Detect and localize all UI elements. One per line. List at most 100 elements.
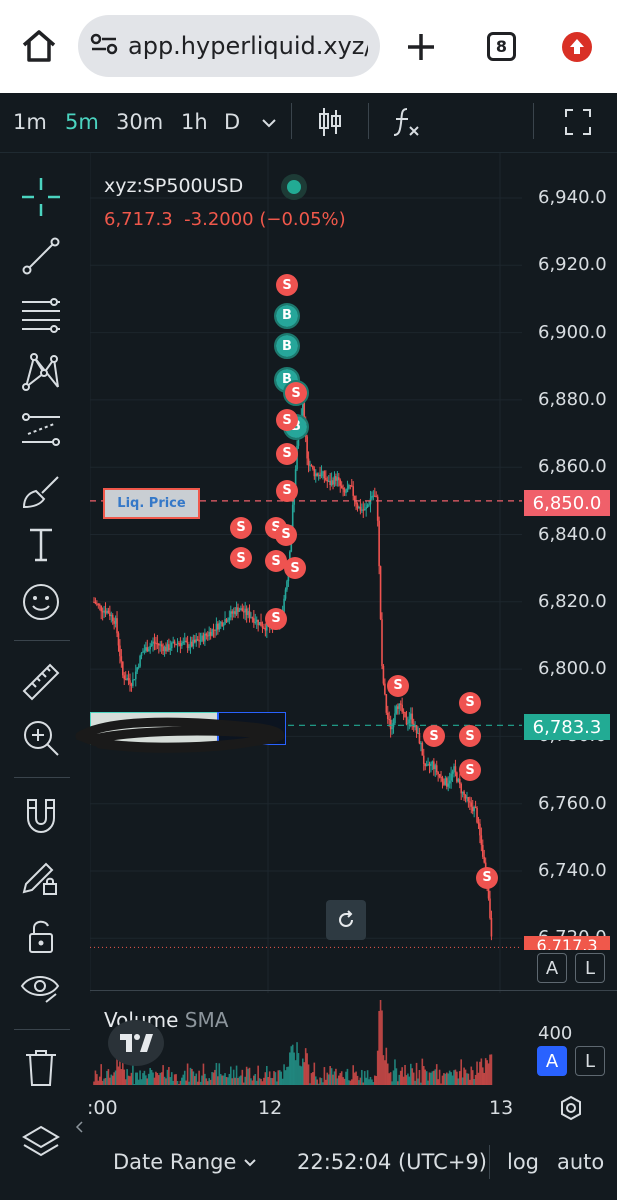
sell-marker[interactable]: S xyxy=(230,547,252,570)
volume-bar xyxy=(104,1078,107,1085)
date-range-button[interactable]: Date Range xyxy=(113,1150,257,1174)
auto-scale-button-bottom[interactable]: A xyxy=(537,1046,567,1076)
candles-icon[interactable] xyxy=(315,105,345,139)
reset-chart-button[interactable] xyxy=(326,900,366,940)
candle xyxy=(257,619,259,626)
url-text[interactable]: app.hyperliquid.xyz/ xyxy=(128,32,368,60)
chevron-down-icon[interactable] xyxy=(259,113,279,133)
price-chart[interactable] xyxy=(90,153,522,993)
volume-bar xyxy=(411,1068,414,1085)
candle xyxy=(165,646,167,652)
new-tab-icon[interactable] xyxy=(405,31,437,63)
timeframe-1h[interactable]: 1h xyxy=(181,110,208,134)
text-icon[interactable] xyxy=(20,524,62,566)
candle xyxy=(394,713,396,724)
sell-marker[interactable]: S xyxy=(276,479,298,502)
volume-bar xyxy=(245,1066,248,1085)
candle xyxy=(185,640,187,642)
candle xyxy=(247,611,249,616)
candle xyxy=(155,642,157,644)
timeframe-1m[interactable]: 1m xyxy=(13,110,47,134)
trash-icon[interactable] xyxy=(20,1047,62,1089)
log-toggle[interactable]: log xyxy=(507,1150,539,1174)
settings-icon[interactable] xyxy=(557,1094,585,1122)
candle xyxy=(336,477,339,481)
candle xyxy=(306,436,308,459)
volume-bar xyxy=(127,1075,130,1085)
volume-bar xyxy=(424,1069,426,1085)
liq-price-label[interactable]: Liq. Price xyxy=(103,488,200,519)
sell-marker[interactable]: S xyxy=(459,691,481,714)
timeframe-5m[interactable]: 5m xyxy=(65,110,99,134)
volume-bar xyxy=(106,1070,108,1085)
sell-marker[interactable]: S xyxy=(276,409,298,432)
candle xyxy=(254,621,257,623)
ohlc-readout: 6,717.3 -3.2000 (−0.05%) xyxy=(104,209,346,230)
tab-switcher-icon[interactable]: 8 xyxy=(487,32,516,61)
candle xyxy=(284,589,287,599)
candle xyxy=(107,610,110,614)
buy-marker[interactable]: B xyxy=(274,302,300,329)
candle xyxy=(139,655,141,667)
timeframe-d[interactable]: D xyxy=(224,110,240,134)
crosshair-icon[interactable] xyxy=(20,176,62,218)
sell-marker[interactable]: S xyxy=(387,674,409,697)
home-icon[interactable] xyxy=(20,28,58,64)
zoom-in-icon[interactable] xyxy=(20,717,62,759)
sell-marker[interactable]: S xyxy=(230,516,252,539)
auto-scale-button-top[interactable]: A xyxy=(537,953,567,983)
horizontal-lines-icon[interactable] xyxy=(20,294,62,336)
buy-marker[interactable]: B xyxy=(274,333,300,360)
volume-bar xyxy=(260,1078,262,1085)
auto-toggle[interactable]: auto xyxy=(557,1150,604,1174)
lock-drawing-icon[interactable] xyxy=(20,856,62,898)
volume-bar xyxy=(386,1063,389,1085)
fullscreen-icon[interactable] xyxy=(563,107,593,137)
magnet-icon[interactable] xyxy=(20,796,62,838)
log-scale-button-top[interactable]: L xyxy=(575,953,605,983)
unlock-icon[interactable] xyxy=(20,916,62,958)
sell-marker[interactable]: S xyxy=(275,523,297,546)
update-icon[interactable] xyxy=(562,32,592,62)
address-bar[interactable]: app.hyperliquid.xyz/ xyxy=(78,15,380,77)
visibility-icon[interactable] xyxy=(20,968,62,1010)
sell-marker[interactable]: S xyxy=(284,557,306,580)
trend-line-icon[interactable] xyxy=(20,235,62,277)
pane-divider[interactable] xyxy=(90,990,617,991)
volume-bar xyxy=(414,1080,416,1085)
volume-bar xyxy=(268,1071,271,1085)
emoji-icon[interactable] xyxy=(20,581,62,623)
pattern-icon[interactable] xyxy=(20,351,62,393)
volume-bar xyxy=(374,1075,376,1085)
sell-marker[interactable]: S xyxy=(459,759,481,782)
divider xyxy=(368,103,369,139)
volume-bar xyxy=(397,1081,399,1085)
sell-marker[interactable]: S xyxy=(285,382,307,405)
timeframe-30m[interactable]: 30m xyxy=(116,110,163,134)
candle xyxy=(227,620,229,622)
sell-marker[interactable]: S xyxy=(265,607,287,630)
candle xyxy=(385,694,388,713)
prediction-icon[interactable] xyxy=(20,409,62,451)
symbol-label: xyz:SP500USD xyxy=(104,175,244,197)
volume-bar xyxy=(277,1070,280,1085)
volume-bar xyxy=(477,1072,480,1085)
volume-bar xyxy=(147,1073,150,1085)
indicators-icon[interactable] xyxy=(390,105,422,139)
sell-marker[interactable]: S xyxy=(476,866,498,889)
clock[interactable]: 22:52:04 (UTC+9) xyxy=(297,1150,487,1174)
volume-bar xyxy=(150,1069,153,1085)
candle xyxy=(322,471,324,473)
candle xyxy=(156,643,159,645)
volume-bar xyxy=(482,1067,484,1085)
volume-bar xyxy=(189,1067,192,1085)
candle xyxy=(450,773,452,781)
sell-marker[interactable]: S xyxy=(276,442,298,465)
log-scale-button-bottom[interactable]: L xyxy=(575,1046,605,1076)
brush-icon[interactable] xyxy=(20,469,62,511)
candle xyxy=(424,763,426,767)
site-settings-icon[interactable] xyxy=(90,33,118,59)
ruler-icon[interactable] xyxy=(20,661,62,703)
volume-bar xyxy=(437,1079,439,1085)
candle xyxy=(443,781,445,785)
